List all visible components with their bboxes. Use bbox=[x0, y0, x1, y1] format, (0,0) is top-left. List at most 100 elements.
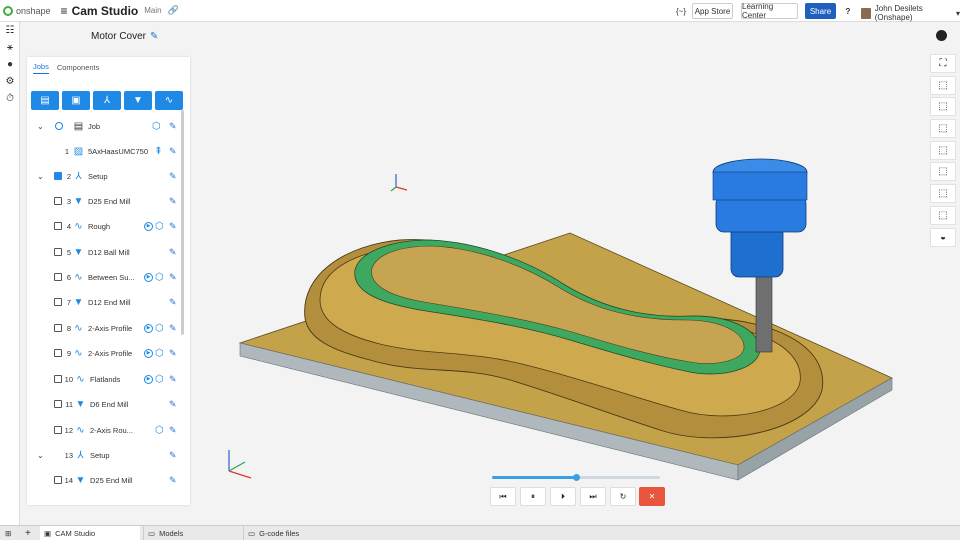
edit-pencil-icon[interactable]: ✎ bbox=[169, 247, 177, 258]
step-forward-button[interactable]: ⏵ bbox=[550, 487, 576, 506]
toolpath-icon: ∿ bbox=[74, 271, 83, 283]
radio-button[interactable] bbox=[55, 122, 63, 130]
simulate-icon[interactable]: ⬡ bbox=[155, 221, 166, 232]
simulate-icon[interactable]: ⬡ bbox=[155, 272, 166, 283]
edit-pencil-icon[interactable]: ✎ bbox=[169, 146, 177, 157]
tab-cam-studio[interactable]: ▣ CAM Studio bbox=[40, 526, 140, 540]
chevron-down-icon[interactable]: ⌄ bbox=[37, 451, 44, 460]
tree-row-operation[interactable]: 10 ∿ Flatlands ▶ ⬡ ✎ bbox=[27, 369, 187, 389]
view-cube-bottom-icon[interactable]: ⬚ bbox=[930, 162, 956, 182]
tree-row-tool[interactable]: 5 ▼ D12 Ball Mill ✎ bbox=[27, 242, 187, 262]
save-button[interactable]: ▣ bbox=[62, 91, 90, 110]
chevron-down-icon[interactable]: ⌄ bbox=[37, 172, 44, 181]
view-cube-left-icon[interactable]: ⬚ bbox=[930, 184, 956, 204]
play-icon[interactable]: ▶ bbox=[144, 221, 153, 231]
simulate-icon[interactable]: ⬡ bbox=[155, 374, 166, 385]
skip-to-end-button[interactable]: ⏭ bbox=[580, 487, 606, 506]
panel-tabs: Jobs Components bbox=[27, 57, 190, 79]
view-cube-back-icon[interactable]: ⬚ bbox=[930, 119, 956, 139]
document-title[interactable]: Motor Cover ✎ bbox=[91, 31, 158, 42]
ball-mill-icon: ▼ bbox=[73, 246, 84, 258]
edit-pencil-icon[interactable]: ✎ bbox=[169, 171, 177, 182]
edit-pencil-icon[interactable]: ✎ bbox=[169, 450, 177, 461]
tree-row-operation[interactable]: 12 ∿ 2-Axis Rou... ⬡ ✎ bbox=[27, 420, 187, 440]
folder-icon: ▭ bbox=[248, 528, 256, 538]
edit-pencil-icon[interactable]: ✎ bbox=[150, 31, 158, 42]
tab-jobs[interactable]: Jobs bbox=[33, 62, 49, 74]
edit-pencil-icon[interactable]: ✎ bbox=[169, 221, 177, 232]
tree-row-label: Flatlands bbox=[90, 374, 121, 384]
play-icon[interactable]: ▶ bbox=[144, 323, 153, 333]
edit-pencil-icon[interactable]: ✎ bbox=[169, 121, 177, 132]
stop-button[interactable]: ✕ bbox=[639, 487, 665, 506]
render-mode-icon[interactable]: ◒ bbox=[930, 227, 956, 247]
tree-row-setup[interactable]: ⌄ 13 ⅄ Setup ✎ bbox=[27, 445, 187, 465]
edit-pencil-icon[interactable]: ✎ bbox=[169, 323, 177, 334]
view-cube-right-icon[interactable]: ⬚ bbox=[930, 205, 956, 225]
skip-forward-icon: ⏭ bbox=[589, 491, 597, 501]
add-tool-button[interactable]: ▼ bbox=[124, 91, 152, 110]
reset-button[interactable]: ↻ bbox=[610, 487, 636, 506]
edit-pencil-icon[interactable]: ✎ bbox=[169, 374, 177, 385]
tree-row-operation[interactable]: 6 ∿ Between Su... ▶ ⬡ ✎ bbox=[27, 267, 187, 287]
simulate-icon[interactable]: ⬡ bbox=[152, 121, 163, 132]
tab-manager-icon[interactable]: ⊞ bbox=[5, 529, 11, 538]
view-cube-front-icon[interactable]: ⬚ bbox=[930, 97, 956, 117]
chevron-down-icon[interactable]: ⌄ bbox=[37, 122, 44, 131]
add-tab-icon[interactable]: + bbox=[25, 528, 31, 539]
toolpath-icon: ∿ bbox=[74, 220, 83, 232]
tree-row-setup[interactable]: ⌄ 2 ⅄ Setup ✎ bbox=[27, 166, 187, 186]
tree-row-label: Between Su... bbox=[88, 272, 135, 282]
tree-row-tool[interactable]: 3 ▼ D25 End Mill ✎ bbox=[27, 191, 187, 211]
end-mill-icon: ▼ bbox=[75, 398, 86, 410]
play-icon[interactable]: ▶ bbox=[144, 348, 153, 358]
tab-components[interactable]: Components bbox=[57, 63, 100, 74]
skip-back-icon: ⏮ bbox=[499, 491, 507, 501]
folder-icon: ▭ bbox=[148, 528, 156, 538]
tree-row-job[interactable]: ⌄ ▤ Job ⬡ ✎ bbox=[27, 116, 187, 136]
tab-models[interactable]: ▭ Models bbox=[143, 526, 240, 540]
edit-pencil-icon[interactable]: ✎ bbox=[169, 425, 177, 436]
edit-pencil-icon[interactable]: ✎ bbox=[169, 399, 177, 410]
tree-row-operation[interactable]: 4 ∿ Rough ▶ ⬡ ✎ bbox=[27, 216, 187, 236]
view-cube-top-icon[interactable]: ⬚ bbox=[930, 140, 956, 160]
toolpath-icon: ∿ bbox=[76, 424, 85, 436]
edit-pencil-icon[interactable]: ✎ bbox=[169, 272, 177, 283]
edit-pencil-icon[interactable]: ✎ bbox=[169, 297, 177, 308]
edit-pencil-icon[interactable]: ✎ bbox=[169, 475, 177, 486]
tree-row-tool[interactable]: 7 ▼ D12 End Mill ✎ bbox=[27, 292, 187, 312]
tree-row-label: D25 End Mill bbox=[90, 475, 133, 485]
bottom-tab-bar: ⊞ + ▣ CAM Studio ▭ Models ▭ G-code files bbox=[0, 525, 960, 540]
view-cube-iso-icon[interactable]: ⬚ bbox=[930, 75, 956, 95]
row-number: 13 bbox=[64, 450, 73, 460]
add-setup-button[interactable]: ⅄ bbox=[93, 91, 121, 110]
play-icon[interactable]: ▶ bbox=[144, 272, 153, 282]
row-number: 10 bbox=[64, 374, 73, 384]
simulate-icon[interactable]: ⬡ bbox=[155, 323, 166, 334]
edit-pencil-icon[interactable]: ✎ bbox=[169, 196, 177, 207]
pause-button[interactable]: ⏸ bbox=[520, 487, 546, 506]
new-job-button[interactable]: ▤ bbox=[31, 91, 59, 110]
play-icon[interactable]: ▶ bbox=[144, 374, 153, 384]
end-mill-icon: ▼ bbox=[73, 296, 84, 308]
tree-row-machine[interactable]: 1 ▨ 5AxHaasUMC750 ⇞ ✎ bbox=[27, 141, 187, 161]
pin-icon[interactable]: ⇞ bbox=[153, 146, 164, 157]
row-number: 2 bbox=[66, 171, 71, 181]
row-number: 9 bbox=[66, 348, 71, 358]
tab-gcode-files[interactable]: ▭ G-code files bbox=[243, 526, 343, 540]
slider-handle[interactable] bbox=[573, 474, 580, 481]
tree-row-tool[interactable]: 11 ▼ D6 End Mill ✎ bbox=[27, 394, 187, 414]
account-icon[interactable] bbox=[936, 30, 947, 41]
skip-to-start-button[interactable]: ⏮ bbox=[490, 487, 516, 506]
simulate-icon[interactable]: ⬡ bbox=[155, 425, 166, 436]
simulation-slider[interactable] bbox=[492, 474, 660, 481]
fit-view-icon[interactable]: ⛶ bbox=[930, 54, 956, 73]
edit-pencil-icon[interactable]: ✎ bbox=[169, 348, 177, 359]
tree-row-operation[interactable]: 9 ∿ 2-Axis Profile ▶ ⬡ ✎ bbox=[27, 343, 187, 363]
tree-row-operation[interactable]: 8 ∿ 2-Axis Profile ▶ ⬡ ✎ bbox=[27, 318, 187, 338]
tree-row-tool[interactable]: 14 ▼ D25 End Mill ✎ bbox=[27, 470, 187, 490]
simulate-icon[interactable]: ⬡ bbox=[155, 348, 166, 359]
add-operation-button[interactable]: ∿ bbox=[155, 91, 183, 110]
save-icon: ▣ bbox=[71, 95, 81, 106]
row-number: 3 bbox=[66, 196, 71, 206]
